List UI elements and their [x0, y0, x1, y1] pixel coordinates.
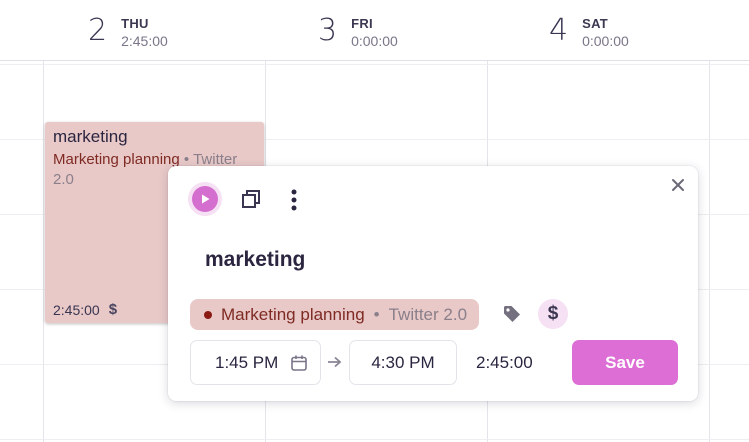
- start-time-field[interactable]: 1:45 PM: [190, 340, 321, 385]
- arrow-right-icon: [328, 356, 342, 368]
- close-button[interactable]: [668, 175, 688, 195]
- project-selector[interactable]: Marketing planning • Twitter 2.0: [190, 299, 480, 330]
- more-vertical-icon: [291, 189, 297, 211]
- play-icon: [202, 194, 210, 204]
- close-icon: [672, 179, 684, 191]
- dollar-icon: $: [108, 301, 118, 318]
- continue-timer-button[interactable]: [188, 182, 222, 216]
- entry-project: Marketing planning: [53, 151, 180, 168]
- project-name: Marketing planning: [221, 304, 365, 324]
- client-name: Twitter 2.0: [388, 304, 468, 324]
- duplicate-icon: [242, 190, 260, 208]
- project-color-dot: [204, 310, 212, 319]
- day-header-sat: 4 SAT 0:00:00: [549, 0, 629, 60]
- day-total: 2:45:00: [121, 33, 168, 49]
- day-number: 4: [549, 13, 569, 48]
- day-number: 3: [318, 13, 338, 48]
- grid-column-line: [709, 61, 710, 442]
- day-total: 0:00:00: [351, 33, 398, 49]
- dollar-icon: $: [547, 303, 559, 324]
- tags-button[interactable]: [502, 304, 522, 324]
- header-divider: [0, 60, 749, 61]
- entry-footer: 2:45:00 $: [53, 301, 117, 318]
- calendar-icon[interactable]: [290, 354, 308, 372]
- day-name: THU: [121, 16, 149, 31]
- day-total: 0:00:00: [582, 33, 629, 49]
- day-header-thu: 2 THU 2:45:00: [88, 0, 168, 60]
- day-number: 2: [88, 13, 108, 48]
- project-separator: •: [373, 304, 380, 324]
- entry-duration: 2:45:00: [53, 301, 100, 318]
- end-time-field[interactable]: 4:30 PM: [349, 340, 457, 385]
- grid-row-line: [0, 64, 749, 65]
- description-field[interactable]: marketing: [205, 248, 305, 272]
- duration-field[interactable]: 2:45:00: [476, 353, 533, 373]
- end-time-value: 4:30 PM: [371, 352, 435, 372]
- day-header-fri: 3 FRI 0:00:00: [318, 0, 398, 60]
- tag-icon: [504, 306, 520, 322]
- save-button[interactable]: Save: [572, 340, 678, 385]
- entry-edit-popover: marketing Marketing planning • Twitter 2…: [168, 166, 698, 401]
- start-time-value: 1:45 PM: [215, 352, 279, 372]
- day-name: SAT: [582, 16, 609, 31]
- day-name: FRI: [351, 16, 373, 31]
- grid-row-line: [0, 439, 749, 440]
- billable-toggle[interactable]: $: [538, 299, 568, 329]
- more-options-button[interactable]: [284, 188, 304, 212]
- grid-column-line: [43, 61, 44, 442]
- entry-description: marketing: [53, 127, 128, 146]
- duplicate-button[interactable]: [240, 188, 262, 210]
